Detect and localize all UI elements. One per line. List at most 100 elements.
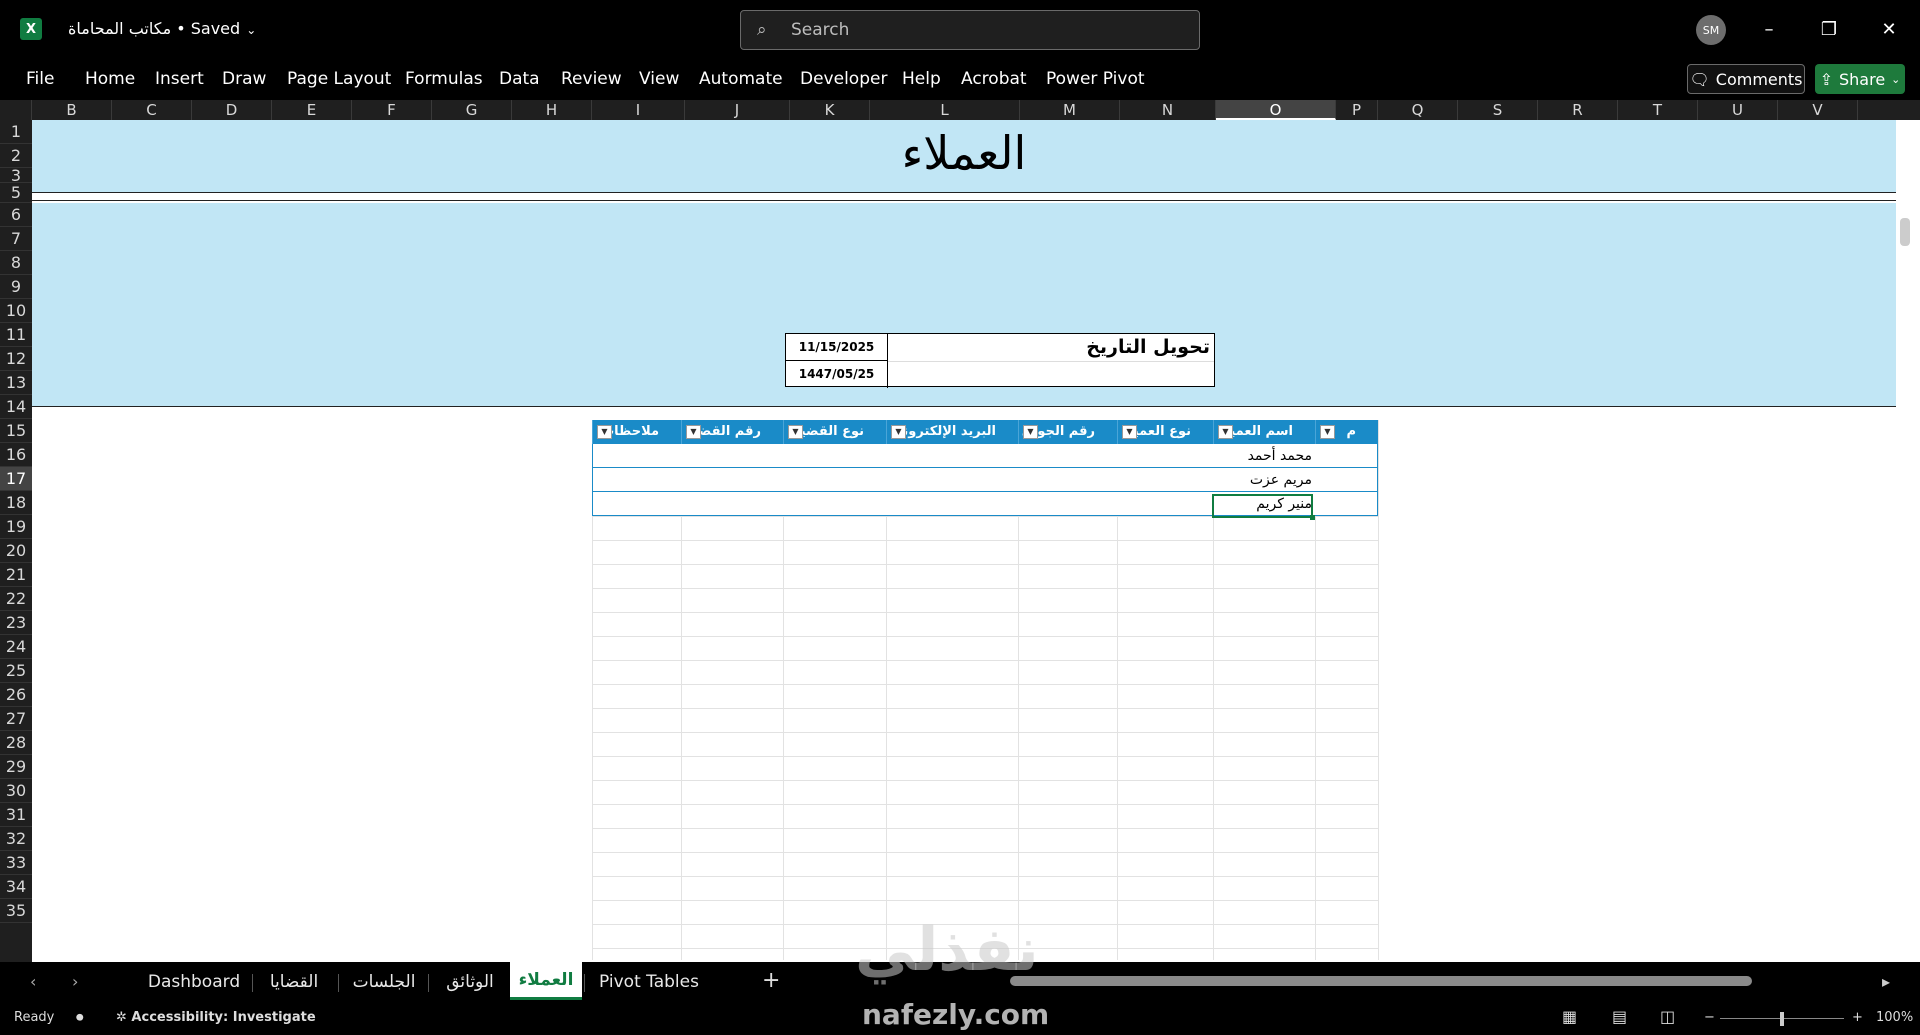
gregorian-date-cell[interactable]: 11/15/2025 — [786, 334, 888, 361]
column-header-G[interactable]: G — [432, 100, 512, 120]
column-header-O[interactable]: O — [1216, 100, 1336, 120]
table-header-cell[interactable]: البريد الإلكتروني ▼ — [886, 420, 1018, 444]
zoom-in-icon[interactable]: + — [1852, 1010, 1863, 1025]
share-button[interactable]: ⇪ Share ⌄ — [1815, 64, 1905, 94]
table-cell[interactable] — [887, 468, 1019, 492]
sheet-tab[interactable]: العملاء — [510, 962, 582, 1000]
row-header-25[interactable]: 25 — [0, 659, 32, 683]
comments-button[interactable]: 🗨 Comments — [1687, 64, 1805, 94]
fill-handle[interactable] — [1310, 515, 1315, 520]
column-header-C[interactable]: C — [112, 100, 192, 120]
row-header-28[interactable]: 28 — [0, 731, 32, 755]
filter-dropdown-icon[interactable]: ▼ — [891, 425, 906, 439]
row-header-24[interactable]: 24 — [0, 635, 32, 659]
vertical-scrollbar-thumb[interactable] — [1900, 218, 1910, 246]
column-header-F[interactable]: F — [352, 100, 432, 120]
macro-record-icon[interactable]: ⏺ — [76, 1008, 84, 1026]
table-header-cell[interactable]: رقم الجوال ▼ — [1018, 420, 1117, 444]
row-header-7[interactable]: 7 — [0, 227, 32, 251]
row-header-8[interactable]: 8 — [0, 251, 32, 275]
table-cell[interactable] — [887, 492, 1019, 516]
ribbon-tab-review[interactable]: Review — [561, 69, 622, 89]
table-cell[interactable] — [593, 492, 682, 516]
sheet-tab[interactable]: Dashboard — [138, 972, 250, 996]
ribbon-tab-file[interactable]: File — [26, 69, 54, 89]
ribbon-tab-insert[interactable]: Insert — [155, 69, 204, 89]
table-header-cell[interactable]: نوع القضية ▼ — [783, 420, 886, 444]
column-header-Q[interactable]: Q — [1378, 100, 1458, 120]
table-header-cell[interactable]: رقم القضية ▼ — [681, 420, 783, 444]
row-header-15[interactable]: 15 — [0, 419, 32, 443]
filter-dropdown-icon[interactable]: ▼ — [788, 425, 803, 439]
document-title[interactable]: مكاتب المحاماة • Saved ⌄ — [68, 19, 256, 38]
row-header-2[interactable]: 2 — [0, 144, 32, 168]
ribbon-tab-view[interactable]: View — [639, 69, 679, 89]
previous-sheet-icon[interactable]: ‹ — [30, 972, 36, 991]
accessibility-status[interactable]: ✲ Accessibility: Investigate — [116, 1010, 316, 1025]
filter-dropdown-icon[interactable]: ▼ — [1122, 425, 1137, 439]
row-header-32[interactable]: 32 — [0, 827, 32, 851]
table-cell[interactable]: مريم عزت — [1214, 468, 1316, 492]
table-cell[interactable] — [593, 444, 682, 468]
column-header-K[interactable]: K — [790, 100, 870, 120]
next-sheet-icon[interactable]: › — [72, 972, 78, 991]
filter-dropdown-icon[interactable]: ▼ — [597, 425, 612, 439]
row-header-30[interactable]: 30 — [0, 779, 32, 803]
row-header-31[interactable]: 31 — [0, 803, 32, 827]
table-cell[interactable] — [1316, 468, 1379, 492]
row-header-3[interactable]: 3 — [0, 168, 32, 184]
add-sheet-button[interactable]: + — [762, 968, 780, 993]
row-header-18[interactable]: 18 — [0, 491, 32, 515]
table-cell[interactable] — [593, 468, 682, 492]
search-input[interactable] — [791, 19, 1181, 41]
column-header-E[interactable]: E — [272, 100, 352, 120]
table-cell[interactable] — [682, 492, 784, 516]
row-header-29[interactable]: 29 — [0, 755, 32, 779]
ribbon-tab-page-layout[interactable]: Page Layout — [287, 69, 391, 89]
active-cell[interactable] — [1212, 494, 1313, 518]
column-header-L[interactable]: L — [870, 100, 1020, 120]
column-header-M[interactable]: M — [1020, 100, 1120, 120]
sheet-canvas[interactable]: العملاء 11/15/2025 1447/05/25 تحويل التا… — [32, 120, 1896, 962]
row-header-5[interactable]: 5 — [0, 183, 32, 203]
row-header-35[interactable]: 35 — [0, 899, 32, 923]
ribbon-tab-draw[interactable]: Draw — [222, 69, 266, 89]
table-cell[interactable] — [682, 468, 784, 492]
column-header-V[interactable]: V — [1778, 100, 1858, 120]
table-cell[interactable] — [784, 492, 887, 516]
table-cell[interactable]: محمد أحمد — [1214, 444, 1316, 468]
column-header-T[interactable]: T — [1618, 100, 1698, 120]
restore-button[interactable]: ❐ — [1814, 14, 1844, 44]
row-header-13[interactable]: 13 — [0, 371, 32, 395]
row-header-17[interactable]: 17 — [0, 467, 32, 491]
row-header-33[interactable]: 33 — [0, 851, 32, 875]
row-header-9[interactable]: 9 — [0, 275, 32, 299]
filter-dropdown-icon[interactable]: ▼ — [1320, 425, 1335, 439]
column-header-D[interactable]: D — [192, 100, 272, 120]
minimize-button[interactable]: – — [1754, 14, 1784, 44]
row-header-6[interactable]: 6 — [0, 203, 32, 227]
table-cell[interactable] — [1019, 468, 1118, 492]
table-cell[interactable] — [784, 468, 887, 492]
table-cell[interactable] — [1316, 492, 1379, 516]
column-header-H[interactable]: H — [512, 100, 592, 120]
sheet-tab[interactable]: القضايا — [252, 972, 336, 996]
zoom-slider-thumb[interactable] — [1780, 1012, 1784, 1026]
row-header-19[interactable]: 19 — [0, 515, 32, 539]
column-header-R[interactable]: R — [1538, 100, 1618, 120]
table-header-cell[interactable]: ملاحظات ▼ — [592, 420, 681, 444]
normal-view-icon[interactable]: ▦ — [1562, 1007, 1577, 1026]
table-cell[interactable] — [1118, 468, 1214, 492]
sheet-tab[interactable]: Pivot Tables — [584, 972, 714, 996]
table-cell[interactable] — [1118, 492, 1214, 516]
table-header-cell[interactable]: اسم العميل ▼ — [1213, 420, 1315, 444]
table-cell[interactable] — [1019, 492, 1118, 516]
table-cell[interactable] — [784, 444, 887, 468]
row-header-34[interactable]: 34 — [0, 875, 32, 899]
hijri-date-cell[interactable]: 1447/05/25 — [786, 361, 888, 388]
column-header-S[interactable]: S — [1458, 100, 1538, 120]
page-break-view-icon[interactable]: ◫ — [1660, 1007, 1675, 1026]
spreadsheet-grid[interactable]: BCDEFGHIJKLMNOPQSRTUV 1 2 3 5 6 7 8 9 10 11 12 13 14… — [0, 100, 1920, 962]
ribbon-tab-acrobat[interactable]: Acrobat — [961, 69, 1027, 89]
user-avatar[interactable]: SM — [1696, 15, 1726, 45]
